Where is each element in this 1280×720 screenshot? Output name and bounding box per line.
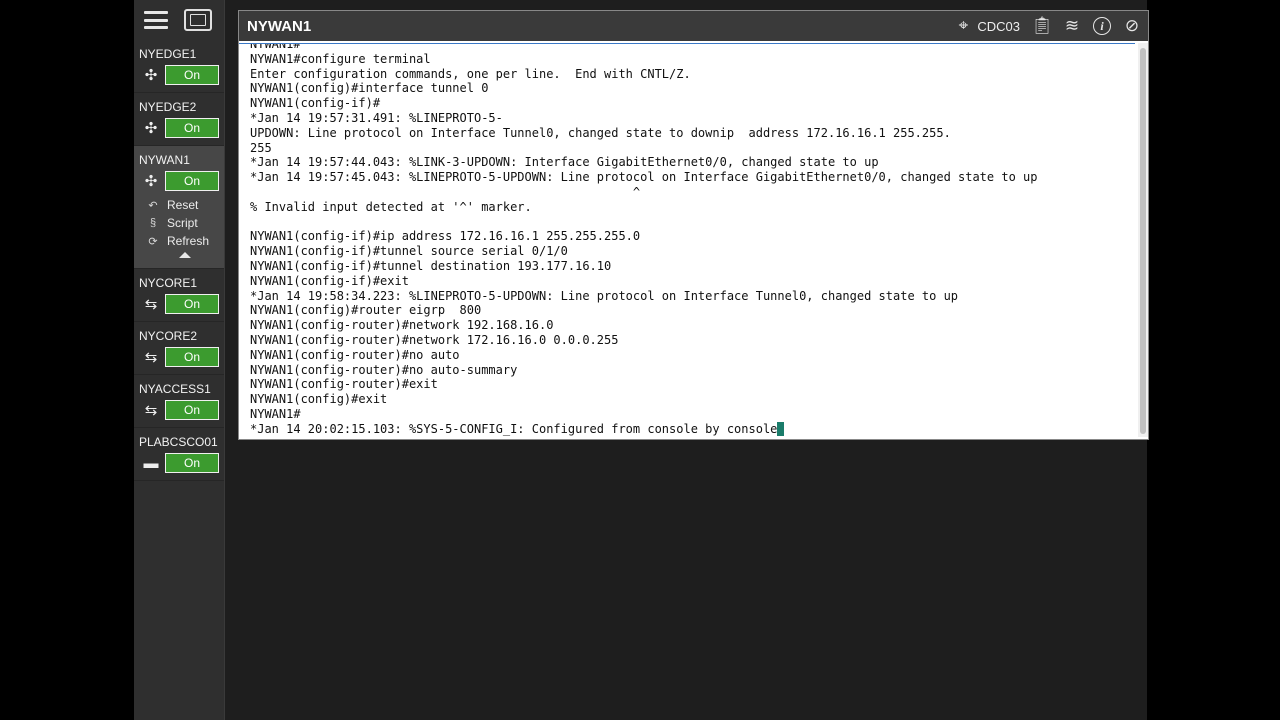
power-toggle-button[interactable]: On bbox=[165, 171, 219, 191]
device-menu: ↶ Reset § Script ⟳ Refresh bbox=[139, 194, 224, 264]
host-label: CDC03 bbox=[977, 18, 1020, 34]
power-toggle-button[interactable]: On bbox=[165, 294, 219, 314]
terminal-line: NYWAN1(config-if)#exit bbox=[250, 273, 409, 288]
terminal-line: NYWAN1(config-router)#exit bbox=[250, 377, 438, 392]
power-toggle-button[interactable]: On bbox=[165, 453, 219, 473]
terminal-line: NYWAN1(config-if)#tunnel source serial 0… bbox=[250, 244, 568, 259]
device-name[interactable]: NYCORE2 bbox=[139, 328, 224, 344]
script-label: Script bbox=[167, 216, 198, 230]
terminal-line: NYWAN1#configure terminal bbox=[250, 51, 431, 66]
reset-icon: ↶ bbox=[148, 199, 158, 212]
router-icon: ✣ bbox=[144, 120, 158, 137]
collapse-icon[interactable] bbox=[179, 252, 191, 258]
device-nyedge1: NYEDGE1 ✣ On bbox=[134, 40, 224, 93]
terminal-line: ^ bbox=[250, 184, 641, 199]
terminal-line: UPDOWN: Line protocol on Interface Tunne… bbox=[250, 125, 951, 140]
terminal-line: NYWAN1(config-if)#tunnel destination 193… bbox=[250, 258, 612, 273]
hide-text-icon[interactable]: ≋ bbox=[1062, 16, 1082, 36]
menu-icon[interactable] bbox=[144, 11, 168, 29]
terminal-line: NYWAN1(config-router)#network 192.168.16… bbox=[250, 318, 554, 333]
terminal-line: % Invalid input detected at '^' marker. bbox=[250, 199, 532, 214]
terminal-line: Enter configuration commands, one per li… bbox=[250, 66, 691, 81]
scrollbar-thumb[interactable] bbox=[1140, 48, 1146, 434]
switch-icon: ⇆ bbox=[144, 349, 158, 366]
script-button[interactable]: § Script bbox=[145, 214, 224, 232]
reset-button[interactable]: ↶ Reset bbox=[145, 196, 224, 214]
device-name[interactable]: NYCORE1 bbox=[139, 275, 224, 291]
terminal-scrollbar[interactable] bbox=[1138, 43, 1148, 437]
device-name[interactable]: NYEDGE1 bbox=[139, 46, 224, 62]
terminal-line: NYWAN1# bbox=[250, 43, 301, 51]
device-nycore2: NYCORE2 ⇆ On bbox=[134, 322, 224, 375]
terminal-lines: NYWAN1# NYWAN1#configure terminal Enter co… bbox=[239, 43, 1135, 437]
console-toolbar: ⌖ CDC03 📋︎ ≋ i ⊘ bbox=[953, 11, 1142, 41]
refresh-button[interactable]: ⟳ Refresh bbox=[145, 232, 224, 250]
terminal-line: *Jan 14 20:02:15.103: %SYS-5-CONFIG_I: C… bbox=[250, 421, 1135, 437]
switch-icon: ⇆ bbox=[144, 402, 158, 419]
terminal-output[interactable]: NYWAN1# NYWAN1#configure terminal Enter co… bbox=[239, 43, 1135, 438]
terminal-line: NYWAN1(config-if)#ip address 172.16.16.1… bbox=[250, 229, 641, 244]
terminal-line: NYWAN1(config-router)#no auto-summary bbox=[250, 362, 518, 377]
terminal-line: NYWAN1(config)#exit bbox=[250, 392, 388, 407]
switch-icon: ⇆ bbox=[144, 296, 158, 313]
power-toggle-button[interactable]: On bbox=[165, 65, 219, 85]
info-button[interactable]: i bbox=[1092, 16, 1112, 36]
reset-label: Reset bbox=[167, 198, 199, 212]
device-name[interactable]: NYWAN1 bbox=[139, 152, 224, 168]
location-pin-icon[interactable]: ⌖ bbox=[953, 16, 973, 36]
router-icon: ✣ bbox=[144, 173, 158, 190]
device-name[interactable]: PLABCSCO01 bbox=[139, 434, 224, 450]
device-nywan1: NYWAN1 ✣ On ↶ Reset § Script ⟳ Refresh bbox=[134, 146, 224, 269]
refresh-label: Refresh bbox=[167, 234, 210, 248]
terminal-cursor bbox=[777, 421, 785, 436]
terminal-line: *Jan 14 19:57:45.043: %LINEPROTO-5-UPDOW… bbox=[250, 170, 1038, 185]
power-toggle-button[interactable]: On bbox=[165, 347, 219, 367]
terminal-line: *Jan 14 19:57:44.043: %LINK-3-UPDOWN: In… bbox=[250, 155, 879, 170]
terminal-line: 255 bbox=[250, 140, 272, 155]
power-toggle-button[interactable]: On bbox=[165, 400, 219, 420]
terminal-line: NYWAN1(config)#router eigrp 800 bbox=[250, 303, 482, 318]
terminal-line: NYWAN1(config)#interface tunnel 0 bbox=[250, 81, 489, 96]
device-name[interactable]: NYACCESS1 bbox=[139, 381, 224, 397]
server-icon: ▬ bbox=[143, 454, 159, 472]
router-icon: ✣ bbox=[144, 67, 158, 84]
console-titlebar: NYWAN1 ⌖ CDC03 📋︎ ≋ i ⊘ bbox=[239, 11, 1148, 41]
device-plabcsco01: PLABCSCO01 ▬ On bbox=[134, 428, 224, 481]
device-sidebar: NYEDGE1 ✣ On NYEDGE2 ✣ On NYWAN1 ✣ On ↶ bbox=[134, 0, 225, 720]
terminal-line: NYWAN1(config-if)# bbox=[250, 96, 381, 111]
sidebar-toolbar bbox=[134, 0, 224, 40]
power-toggle-button[interactable]: On bbox=[165, 118, 219, 138]
refresh-icon: ⟳ bbox=[148, 235, 158, 248]
device-name[interactable]: NYEDGE2 bbox=[139, 99, 224, 115]
terminal-line: *Jan 14 19:57:31.491: %LINEPROTO-5- bbox=[250, 110, 503, 125]
terminal-line: *Jan 14 19:58:34.223: %LINEPROTO-5-UPDOW… bbox=[250, 288, 959, 303]
device-nyedge2: NYEDGE2 ✣ On bbox=[134, 93, 224, 146]
fullscreen-icon[interactable] bbox=[184, 9, 212, 31]
clipboard-icon[interactable]: 📋︎ bbox=[1031, 16, 1053, 36]
console-title: NYWAN1 bbox=[247, 17, 312, 35]
device-nycore1: NYCORE1 ⇆ On bbox=[134, 269, 224, 322]
hide-console-icon[interactable]: ⊘ bbox=[1122, 16, 1142, 36]
script-icon: § bbox=[149, 217, 157, 229]
terminal-line: NYWAN1(config-router)#network 172.16.16.… bbox=[250, 332, 619, 347]
terminal-line: NYWAN1(config-router)#no auto bbox=[250, 347, 460, 362]
terminal-line: NYWAN1# bbox=[250, 406, 301, 421]
device-nyaccess1: NYACCESS1 ⇆ On bbox=[134, 375, 224, 428]
lab-app: NYEDGE1 ✣ On NYEDGE2 ✣ On NYWAN1 ✣ On ↶ bbox=[134, 0, 1149, 720]
console-window: NYWAN1 ⌖ CDC03 📋︎ ≋ i ⊘ NYWAN1# NYWAN1#co… bbox=[238, 10, 1149, 440]
info-icon: i bbox=[1093, 17, 1111, 35]
